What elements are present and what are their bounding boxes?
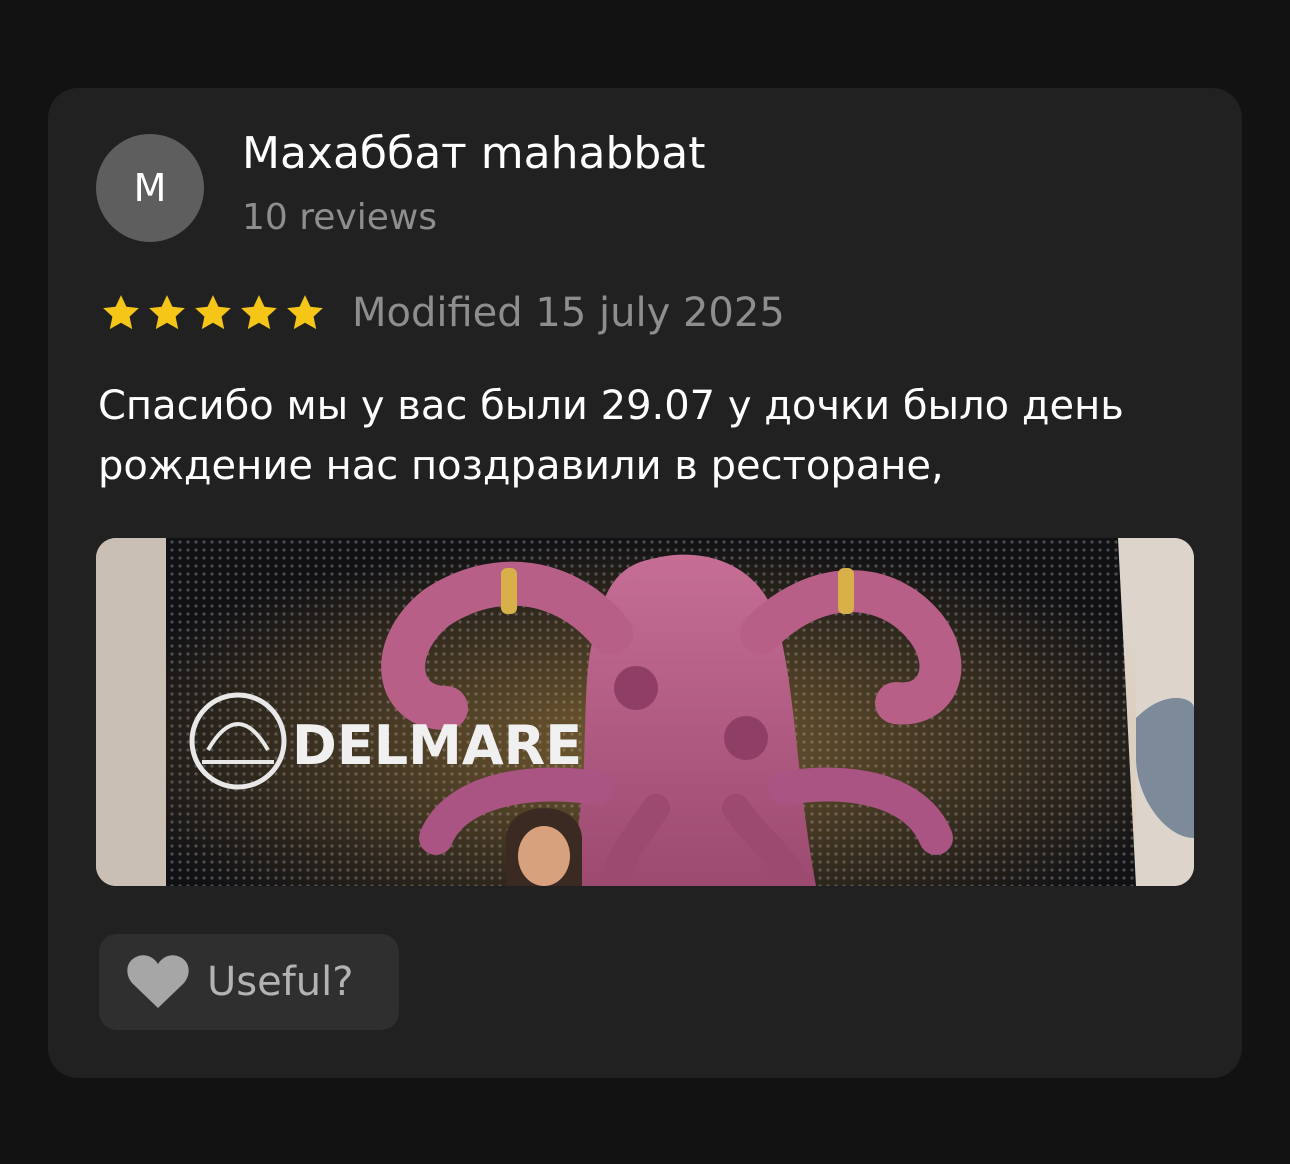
avatar-initial: М [133, 166, 167, 210]
avatar[interactable]: М [96, 134, 204, 242]
review-date: Modified 15 july 2025 [352, 290, 785, 336]
review-photo[interactable]: DELMARE [96, 538, 1194, 886]
author-name[interactable]: Махаббат mahabbat [242, 126, 706, 182]
heart-icon [127, 954, 189, 1010]
star-icon [192, 292, 234, 334]
photo-sign-text: DELMARE [292, 714, 582, 777]
star-icon [146, 292, 188, 334]
review-card: М Махаббат mahabbat 10 reviews Modified … [48, 88, 1242, 1078]
rating-row: Modified 15 july 2025 [100, 288, 785, 338]
useful-label: Useful? [207, 959, 354, 1005]
review-text: Спасибо мы у вас были 29.07 у дочки было… [98, 383, 1124, 489]
useful-button[interactable]: Useful? [99, 934, 399, 1030]
star-icon [100, 292, 142, 334]
star-icon [238, 292, 280, 334]
star-icon [284, 292, 326, 334]
rating-stars [100, 292, 326, 334]
author-review-count: 10 reviews [242, 197, 438, 238]
